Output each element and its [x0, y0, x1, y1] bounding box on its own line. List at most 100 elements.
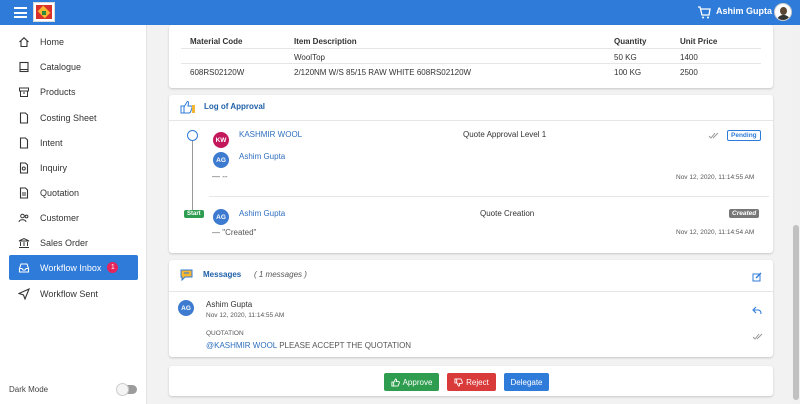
inbox-icon	[18, 262, 30, 274]
approval-action: Quote Approval Level 1	[463, 130, 547, 139]
delegate-button[interactable]: Delegate	[504, 373, 549, 391]
approval-action: Quote Creation	[480, 209, 535, 218]
double-check-icon	[752, 333, 763, 340]
messages-count: ( 1 messages )	[254, 270, 307, 279]
messages-card: Messages ( 1 messages ) AG Ashim Gupta N…	[169, 260, 773, 357]
sidebar-item-label: Products	[40, 86, 76, 97]
divider	[209, 196, 769, 197]
sidebar-item-inquiry[interactable]: Inquiry	[9, 155, 138, 180]
avatar: KW	[213, 132, 229, 148]
thumbs-up-icon	[391, 377, 400, 387]
timestamp: Nov 12, 2020, 11:14:54 AM	[676, 229, 755, 236]
reject-button[interactable]: Reject	[447, 373, 496, 391]
user-name-link[interactable]: Ashim Gupta	[239, 152, 285, 161]
table-cell: 100 KG	[614, 68, 642, 77]
cart-icon[interactable]	[697, 6, 711, 19]
bank-icon	[18, 237, 30, 249]
menu-icon[interactable]	[14, 7, 27, 18]
timestamp: Nov 12, 2020, 11:14:55 AM	[676, 174, 755, 181]
document-icon	[18, 186, 30, 199]
approval-log-icon	[180, 101, 195, 114]
sidebar-item-label: Customer	[40, 212, 80, 223]
approval-log-card: Log of Approval Start KW KASHMIR WOOL Qu…	[169, 95, 773, 253]
avatar: AG	[178, 300, 194, 316]
sidebar-item-label: Costing Sheet	[40, 112, 97, 123]
mention-link[interactable]: @KASHMIR WOOL	[206, 341, 277, 350]
approver-name[interactable]: KASHMIR WOOL	[239, 130, 302, 139]
timeline-line	[192, 141, 193, 211]
reject-label: Reject	[466, 377, 489, 387]
sidebar-item-label: Home	[40, 36, 65, 47]
send-icon	[18, 287, 30, 300]
col-header-material-code: Material Code	[190, 37, 243, 46]
dark-mode-toggle[interactable]	[116, 383, 137, 396]
table-cell: 50 KG	[614, 53, 637, 62]
table-cell: 2500	[680, 68, 698, 77]
delegate-label: Delegate	[510, 377, 543, 387]
message-text: PLEASE ACCEPT THE QUOTATION	[279, 341, 412, 350]
sidebar-item-quotation[interactable]: Quotation	[9, 180, 138, 205]
chat-bubble-icon	[180, 269, 193, 282]
search-document-icon	[18, 161, 30, 174]
message-type: QUOTATION	[206, 330, 244, 337]
sidebar-item-costing-sheet[interactable]: Costing Sheet	[9, 105, 138, 130]
scrollbar-thumb[interactable]	[793, 225, 799, 400]
table-cell: 608RS02120W	[190, 68, 245, 77]
sidebar-item-label: Quotation	[40, 187, 80, 198]
col-header-unit-price: Unit Price	[680, 37, 718, 46]
table-cell: 1400	[680, 53, 698, 62]
status-badge: Created	[729, 209, 760, 218]
divider	[181, 63, 761, 64]
approve-button[interactable]: Approve	[384, 373, 439, 391]
sidebar-item-label: Workflow Inbox	[40, 262, 102, 273]
dark-mode-label: Dark Mode	[9, 385, 49, 394]
sidebar-item-label: Inquiry	[40, 162, 68, 173]
book-icon	[18, 61, 30, 73]
message-body: @KASHMIR WOOL PLEASE ACCEPT THE QUOTATIO…	[206, 341, 411, 350]
sidebar-item-label: Workflow Sent	[40, 288, 98, 299]
box-icon	[18, 86, 30, 98]
scrollbar[interactable]	[792, 25, 800, 404]
avatar: AG	[213, 152, 229, 168]
approval-comment: — --	[212, 172, 228, 181]
sidebar-item-intent[interactable]: Intent	[9, 130, 138, 155]
reply-icon[interactable]	[752, 306, 762, 315]
approve-label: Approve	[402, 377, 433, 387]
sidebar-item-label: Sales Order	[40, 237, 89, 248]
sidebar-item-home[interactable]: Home	[9, 29, 138, 54]
double-check-icon	[708, 132, 719, 139]
sidebar-item-workflow-inbox[interactable]: Workflow Inbox 1	[9, 255, 138, 280]
company-logo[interactable]	[33, 2, 55, 22]
status-badge: Pending	[727, 130, 761, 141]
users-icon	[18, 212, 30, 224]
approval-log-title: Log of Approval	[204, 102, 266, 111]
sidebar: Home Catalogue Products Costing Sheet In…	[0, 25, 147, 404]
sidebar-item-products[interactable]: Products	[9, 79, 138, 104]
top-app-bar: Ashim Gupta	[0, 0, 800, 25]
table-cell: 2/120NM W/S 85/15 RAW WHITE 608RS02120W	[294, 68, 472, 77]
sidebar-item-label: Catalogue	[40, 61, 82, 72]
thumbs-down-icon	[454, 377, 464, 387]
user-name[interactable]: Ashim Gupta	[716, 6, 772, 16]
notification-badge: 1	[107, 262, 119, 273]
table-cell: WoolTop	[294, 53, 325, 62]
sidebar-item-workflow-sent[interactable]: Workflow Sent	[9, 281, 138, 306]
document-icon	[18, 111, 30, 124]
items-card: Material Code Item Description Quantity …	[169, 25, 773, 88]
sidebar-item-customer[interactable]: Customer	[9, 205, 138, 230]
edit-icon[interactable]	[752, 272, 762, 282]
user-avatar[interactable]	[774, 3, 792, 21]
sidebar-item-catalogue[interactable]: Catalogue	[9, 54, 138, 79]
document-icon	[18, 136, 30, 149]
divider	[169, 120, 773, 121]
avatar: AG	[213, 209, 229, 225]
user-name-link[interactable]: Ashim Gupta	[239, 209, 285, 218]
divider	[181, 48, 761, 49]
timeline-node	[187, 130, 198, 141]
messages-title: Messages	[203, 270, 242, 279]
sidebar-item-sales-order[interactable]: Sales Order	[9, 230, 138, 255]
col-header-item-description: Item Description	[294, 37, 357, 46]
approval-comment: — "Created"	[212, 228, 257, 237]
start-marker: Start	[184, 210, 204, 218]
sidebar-item-label: Intent	[40, 137, 63, 148]
